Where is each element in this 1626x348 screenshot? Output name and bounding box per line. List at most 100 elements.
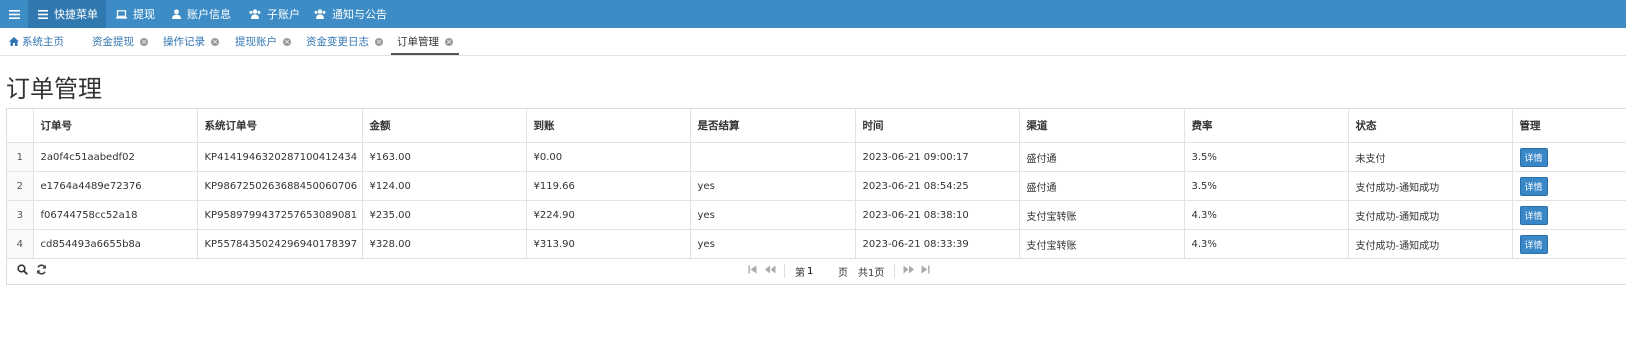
column-header-received[interactable]: 到账 (526, 109, 691, 143)
rate-cell: 3.5% (1184, 142, 1349, 172)
order-no-cell: f06744758cc52a18 (33, 200, 198, 230)
status-cell: 支付成功-通知成功 (1348, 229, 1513, 259)
tab-withdraw-account-label: 提现账户 (235, 36, 277, 48)
page-tabs: 系统主页 资金提现 × 操作记录 × 提现账户 × 资金变更日志 × 订单管理 … (0, 28, 1626, 56)
order-no-cell: e1764a4489e72376 (33, 171, 198, 201)
order-grid: 订单号 系统订单号 金额 到账 是否结算 时间 渠道 费率 状态 管理 1 2a… (6, 108, 1626, 285)
tab-order-management[interactable]: 订单管理 × (391, 28, 459, 55)
column-header-settled[interactable]: 是否结算 (690, 109, 856, 143)
row-number: 1 (7, 142, 34, 172)
rate-cell: 4.3% (1184, 200, 1349, 230)
manage-cell: 详情 (1512, 200, 1626, 230)
manage-cell: 详情 (1512, 171, 1626, 201)
users-icon (314, 9, 326, 19)
list-icon (38, 9, 48, 19)
received-cell: ¥313.90 (526, 229, 691, 259)
channel-cell: 盛付通 (1019, 171, 1185, 201)
menu-toggle-icon[interactable] (0, 0, 28, 28)
tab-fund-change-log[interactable]: 资金变更日志 × (306, 28, 383, 55)
page-title: 订单管理 (6, 75, 102, 103)
status-cell: 支付成功-通知成功 (1348, 171, 1513, 201)
nav-withdraw[interactable]: 提现 (116, 0, 155, 28)
system-order-no-cell: KP4141946320287100412434 (197, 142, 363, 172)
table-row[interactable]: 1 2a0f4c51aabedf02 KP4141946320287100412… (7, 142, 1626, 172)
page-total: 共1页 (858, 267, 885, 279)
detail-button[interactable]: 详情 (1519, 234, 1548, 254)
detail-button[interactable]: 详情 (1519, 205, 1548, 225)
page-number-input[interactable] (807, 264, 827, 278)
detail-button[interactable]: 详情 (1519, 176, 1548, 196)
next-page-icon[interactable] (903, 264, 914, 277)
column-header-order-no[interactable]: 订单号 (33, 109, 198, 143)
received-cell: ¥0.00 (526, 142, 691, 172)
tab-operation-log[interactable]: 操作记录 × (163, 28, 219, 55)
pager-divider (894, 264, 895, 278)
settled-cell: yes (690, 200, 856, 230)
settled-cell: yes (690, 229, 856, 259)
column-header-amount[interactable]: 金额 (362, 109, 527, 143)
column-header-rate[interactable]: 费率 (1184, 109, 1349, 143)
column-header-system-order-no[interactable]: 系统订单号 (197, 109, 363, 143)
amount-cell: ¥124.00 (362, 171, 527, 201)
column-header-manage: 管理 (1512, 109, 1626, 143)
column-header-status[interactable]: 状态 (1348, 109, 1513, 143)
tab-home[interactable]: 系统主页 (9, 28, 64, 55)
tab-home-label: 系统主页 (22, 36, 64, 48)
settled-cell: yes (690, 171, 856, 201)
nav-sub-account-label: 子账户 (267, 8, 300, 21)
order-no-cell: 2a0f4c51aabedf02 (33, 142, 198, 172)
amount-cell: ¥328.00 (362, 229, 527, 259)
tab-withdraw-label: 资金提现 (92, 36, 134, 48)
received-cell: ¥224.90 (526, 200, 691, 230)
close-icon[interactable]: × (211, 37, 219, 46)
detail-button[interactable]: 详情 (1519, 147, 1548, 167)
search-icon[interactable] (17, 264, 28, 278)
close-icon[interactable]: × (445, 37, 453, 46)
nav-notice[interactable]: 通知与公告 (314, 0, 387, 28)
page-suffix: 页 (838, 267, 848, 279)
table-row[interactable]: 2 e1764a4489e72376 KP9867250263688450060… (7, 171, 1626, 201)
time-cell: 2023-06-21 08:54:25 (855, 171, 1020, 201)
nav-quick-menu-label: 快捷菜单 (54, 8, 98, 21)
user-icon (172, 9, 181, 19)
time-cell: 2023-06-21 08:38:10 (855, 200, 1020, 230)
tab-operation-log-label: 操作记录 (163, 36, 205, 48)
settled-cell (690, 142, 856, 172)
nav-quick-menu[interactable]: 快捷菜单 (28, 0, 106, 28)
page-number-field[interactable] (807, 257, 827, 285)
amount-cell: ¥163.00 (362, 142, 527, 172)
system-order-no-cell: KP5578435024296940178397 (197, 229, 363, 259)
tab-withdraw[interactable]: 资金提现 × (92, 28, 148, 55)
last-page-icon[interactable] (921, 264, 930, 277)
close-icon[interactable]: × (283, 37, 291, 46)
users-icon (249, 9, 261, 19)
tab-fund-change-log-label: 资金变更日志 (306, 36, 369, 48)
column-header-time[interactable]: 时间 (855, 109, 1020, 143)
tab-order-management-label: 订单管理 (397, 36, 439, 48)
page-prefix: 第 (795, 267, 805, 279)
channel-cell: 支付宝转账 (1019, 229, 1185, 259)
time-cell: 2023-06-21 08:33:39 (855, 229, 1020, 259)
close-icon[interactable]: × (375, 37, 383, 46)
tab-withdraw-account[interactable]: 提现账户 × (235, 28, 291, 55)
rate-cell: 3.5% (1184, 171, 1349, 201)
channel-cell: 盛付通 (1019, 142, 1185, 172)
prev-page-icon[interactable] (765, 264, 776, 277)
received-cell: ¥119.66 (526, 171, 691, 201)
home-icon (9, 37, 19, 46)
top-navbar: 快捷菜单 提现 账户信息 子账户 通知与公告 (0, 0, 1626, 28)
column-header-channel[interactable]: 渠道 (1019, 109, 1185, 143)
first-page-icon[interactable] (748, 264, 757, 277)
row-number: 4 (7, 229, 34, 259)
table-row[interactable]: 3 f06744758cc52a18 KP9589799437257653089… (7, 200, 1626, 230)
nav-account-info-label: 账户信息 (187, 8, 231, 21)
rate-cell: 4.3% (1184, 229, 1349, 259)
manage-cell: 详情 (1512, 229, 1626, 259)
nav-sub-account[interactable]: 子账户 (249, 0, 300, 28)
nav-account-info[interactable]: 账户信息 (172, 0, 231, 28)
pager: 第 页 共1页 (7, 257, 1626, 285)
table-row[interactable]: 4 cd854493a6655b8a KP5578435024296940178… (7, 229, 1626, 259)
order-table: 订单号 系统订单号 金额 到账 是否结算 时间 渠道 费率 状态 管理 1 2a… (7, 109, 1626, 259)
close-icon[interactable]: × (140, 37, 148, 46)
refresh-icon[interactable] (36, 264, 47, 278)
